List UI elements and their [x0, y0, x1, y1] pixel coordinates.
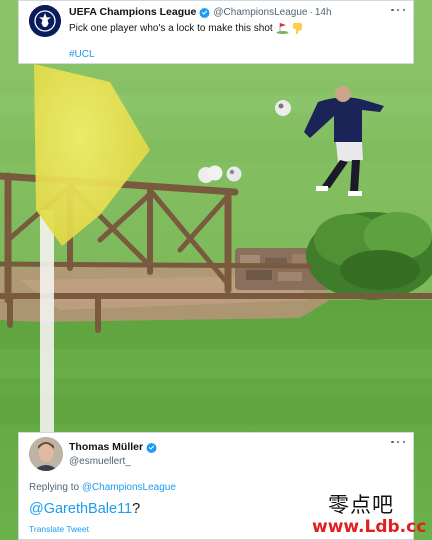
tweet-card[interactable]: UEFA Champions League @ChampionsLeague ·…: [18, 0, 414, 64]
verified-badge-icon: [199, 7, 211, 18]
tweet-text: Pick one player who's a lock to make thi…: [69, 22, 303, 34]
more-options-icon[interactable]: [391, 437, 405, 447]
tweet-header: UEFA Champions League @ChampionsLeague ·…: [69, 6, 332, 18]
watermark-url-text: www.Ldb.cc: [312, 517, 427, 537]
avatar[interactable]: [29, 437, 63, 471]
pointing-down-hand-icon: [292, 23, 302, 34]
avatar[interactable]: [29, 5, 61, 37]
champions-league-logo-icon: [29, 5, 61, 37]
author-handle[interactable]: @ChampionsLeague: [213, 7, 307, 18]
reply-text: @GarethBale11?: [29, 501, 140, 517]
watermark-chinese-text: 零点吧: [328, 493, 394, 517]
mention-link[interactable]: @GarethBale11: [29, 501, 132, 517]
replying-to: Replying to @ChampionsLeague: [29, 482, 176, 493]
replying-to-label: Replying to: [29, 482, 80, 493]
tweet-text-body: Pick one player who's a lock to make thi…: [69, 22, 273, 34]
more-options-icon[interactable]: [391, 5, 405, 15]
separator-dot: ·: [309, 6, 313, 18]
tweet-time[interactable]: 14h: [315, 7, 332, 18]
profile-photo-icon: [29, 437, 63, 471]
golf-flag-icon: [276, 23, 289, 34]
author-name[interactable]: Thomas Müller: [69, 441, 143, 453]
verified-badge-icon: [146, 442, 157, 453]
reply-header: Thomas Müller: [69, 441, 160, 453]
author-name[interactable]: UEFA Champions League: [69, 6, 196, 18]
hashtag-link[interactable]: #UCL: [69, 49, 95, 60]
author-handle[interactable]: @esmuellert_: [69, 456, 131, 467]
reply-text-suffix: ?: [132, 501, 141, 517]
translate-tweet-link[interactable]: Translate Tweet: [29, 524, 89, 534]
replying-to-handle[interactable]: @ChampionsLeague: [82, 482, 176, 493]
